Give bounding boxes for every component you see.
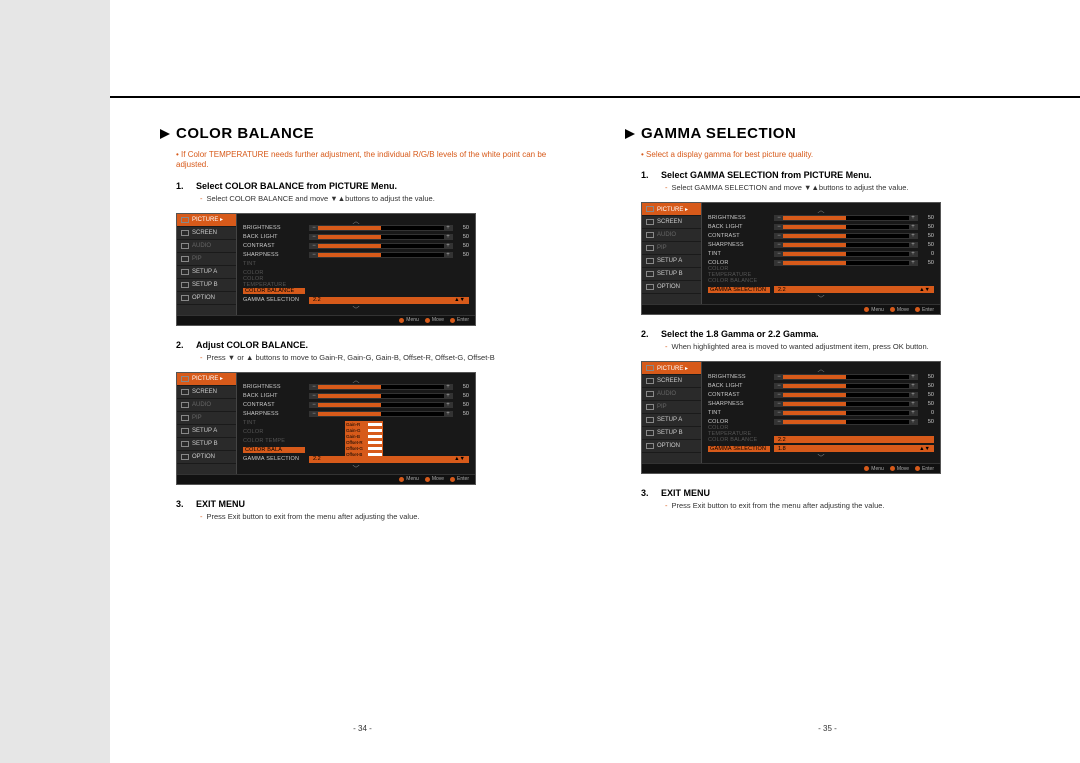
osd-sidebar: PICTURE ▸ SCREEN AUDIO PIP SETUP A SETUP… bbox=[642, 203, 702, 304]
osd-menu: PICTURE ▸ SCREEN AUDIO PIP SETUP A SETUP… bbox=[176, 213, 476, 326]
color-balance-popup: Gain-R Gain-G Gain-B Offset-R Offset-G O… bbox=[345, 421, 383, 459]
osd-menu: PICTURE ▸ SCREEN AUDIO PIP SETUP A SETUP… bbox=[641, 361, 941, 474]
slider[interactable]: −+ bbox=[309, 225, 453, 231]
gamma-select-row[interactable]: GAMMA SELECTION1.8▲▼ bbox=[708, 444, 934, 453]
section-note-right: • Select a display gamma for best pictur… bbox=[641, 150, 1030, 160]
osd-footer: Menu Move Enter bbox=[177, 474, 475, 484]
muted-row: TINT bbox=[243, 260, 469, 269]
sidebar-item-audio[interactable]: AUDIO bbox=[177, 240, 236, 253]
steps-left: 1. Select COLOR BALANCE from PICTURE Men… bbox=[160, 181, 565, 521]
sidebar-item-screen[interactable]: SCREEN bbox=[177, 386, 236, 399]
sidebar-item-audio[interactable]: AUDIO bbox=[177, 399, 236, 412]
osd-sidebar: PICTURE ▸ SCREEN AUDIO PIP SETUP A SETUP… bbox=[642, 362, 702, 463]
section-title-left: COLOR BALANCE bbox=[160, 125, 565, 142]
step-head: 1. Select COLOR BALANCE from PICTURE Men… bbox=[176, 181, 565, 191]
gamma-select-row[interactable]: GAMMA SELECTION2.2▲▼ bbox=[708, 285, 934, 294]
sidebar-item-screen[interactable]: SCREEN bbox=[177, 227, 236, 240]
osd-main: ︿ BRIGHTNESS−+50 BACK LIGHT−+50 CONTRAST… bbox=[237, 214, 475, 315]
page-frame: COLOR BALANCE • If Color TEMPERATURE nee… bbox=[110, 0, 1080, 763]
columns: COLOR BALANCE • If Color TEMPERATURE nee… bbox=[160, 125, 1030, 743]
chevron-up-icon[interactable]: ︿ bbox=[243, 375, 469, 383]
audio-icon bbox=[181, 243, 189, 249]
sidebar-item-setupa[interactable]: SETUP A bbox=[177, 266, 236, 279]
osd-footer: Menu Move Enter bbox=[642, 304, 940, 314]
osd-main: ︿ BRIGHTNESS−+50 BACK LIGHT−+50 CONTRAST… bbox=[702, 203, 940, 304]
step: 2.Select the 1.8 Gamma or 2.2 Gamma. -Wh… bbox=[625, 329, 1030, 474]
steps-right: 1.Select GAMMA SELECTION from PICTURE Me… bbox=[625, 170, 1030, 510]
option-icon bbox=[181, 295, 189, 301]
section-title-text: COLOR BALANCE bbox=[176, 125, 314, 142]
chevron-up-icon[interactable]: ︿ bbox=[243, 216, 469, 224]
setup-icon bbox=[181, 269, 189, 275]
slider-row[interactable]: SHARPNESS−+50 bbox=[243, 251, 469, 260]
minus-icon[interactable]: − bbox=[310, 226, 318, 230]
popup-row[interactable]: Offset-B bbox=[346, 452, 382, 458]
slider-row[interactable]: BACK LIGHT−+50 bbox=[243, 233, 469, 242]
page-number-right: - 35 - bbox=[625, 724, 1030, 733]
sidebar-item-setupa[interactable]: SETUP A bbox=[177, 425, 236, 438]
osd-main: ︿ BRIGHTNESS−+50 BACK LIGHT−+50 CONTRAST… bbox=[702, 362, 940, 463]
osd-menu: PICTURE ▸ SCREEN AUDIO PIP SETUP A SETUP… bbox=[641, 202, 941, 315]
setup-icon bbox=[181, 282, 189, 288]
osd-footer: Menu Move Enter bbox=[642, 463, 940, 473]
muted-row: COLOR TEMPERATURE bbox=[243, 278, 469, 287]
picture-icon bbox=[181, 217, 189, 223]
triangle-right-icon bbox=[160, 129, 170, 139]
step: 1.Select GAMMA SELECTION from PICTURE Me… bbox=[625, 170, 1030, 315]
sidebar-item-pip[interactable]: PIP bbox=[177, 412, 236, 425]
dot-icon bbox=[399, 318, 404, 323]
step: 1. Select COLOR BALANCE from PICTURE Men… bbox=[160, 181, 565, 326]
sidebar-item-option[interactable]: OPTION bbox=[177, 451, 236, 464]
section-title-text: GAMMA SELECTION bbox=[641, 125, 796, 142]
left-column: COLOR BALANCE • If Color TEMPERATURE nee… bbox=[160, 125, 565, 743]
color-balance-select-row[interactable]: COLOR BALANCE2.2 bbox=[708, 435, 934, 444]
gamma-select-row[interactable]: GAMMA SELECTION2.2▲▼ bbox=[243, 296, 469, 305]
chevron-down-icon[interactable]: ﹀ bbox=[243, 464, 469, 472]
sidebar-item-picture[interactable]: PICTURE ▸ bbox=[177, 214, 236, 227]
screen-icon bbox=[181, 230, 189, 236]
section-note-left: • If Color TEMPERATURE needs further adj… bbox=[176, 150, 565, 171]
step: 3.EXIT MENU -Press Exit button to exit f… bbox=[160, 499, 565, 521]
sidebar-item-setupb[interactable]: SETUP B bbox=[177, 438, 236, 451]
updown-icon[interactable]: ▲▼ bbox=[454, 297, 465, 303]
osd-main: ︿ BRIGHTNESS−+50 BACK LIGHT−+50 CONTRAST… bbox=[237, 373, 475, 474]
pip-icon bbox=[181, 256, 189, 262]
step: 2.Adjust COLOR BALANCE. -Press ▼ or ▲ bu… bbox=[160, 340, 565, 485]
sidebar-item-setupb[interactable]: SETUP B bbox=[177, 279, 236, 292]
osd-menu: PICTURE ▸ SCREEN AUDIO PIP SETUP A SETUP… bbox=[176, 372, 476, 485]
triangle-right-icon bbox=[625, 129, 635, 139]
step: 3.EXIT MENU -Press Exit button to exit f… bbox=[625, 488, 1030, 510]
osd-sidebar: PICTURE ▸ SCREEN AUDIO PIP SETUP A SETUP… bbox=[177, 214, 237, 315]
section-title-right: GAMMA SELECTION bbox=[625, 125, 1030, 142]
horizontal-rule bbox=[110, 96, 1080, 98]
sidebar-item-pip[interactable]: PIP bbox=[177, 253, 236, 266]
sidebar-item-picture[interactable]: PICTURE ▸ bbox=[177, 373, 236, 386]
chevron-down-icon[interactable]: ﹀ bbox=[243, 305, 469, 313]
osd-footer: Menu Move Enter bbox=[177, 315, 475, 325]
highlight-row[interactable]: COLOR BALANCE bbox=[243, 287, 469, 296]
right-column: GAMMA SELECTION • Select a display gamma… bbox=[625, 125, 1030, 743]
sidebar-item-option[interactable]: OPTION bbox=[177, 292, 236, 305]
slider-row[interactable]: CONTRAST−+50 bbox=[243, 242, 469, 251]
plus-icon[interactable]: + bbox=[444, 226, 452, 230]
slider-row[interactable]: BRIGHTNESS−+50 bbox=[243, 224, 469, 233]
page-number-left: - 34 - bbox=[160, 724, 565, 733]
left-gutter bbox=[0, 0, 110, 763]
step-sub: -Select COLOR BALANCE and move ▼▲buttons… bbox=[200, 194, 565, 203]
osd-sidebar: PICTURE ▸ SCREEN AUDIO PIP SETUP A SETUP… bbox=[177, 373, 237, 474]
